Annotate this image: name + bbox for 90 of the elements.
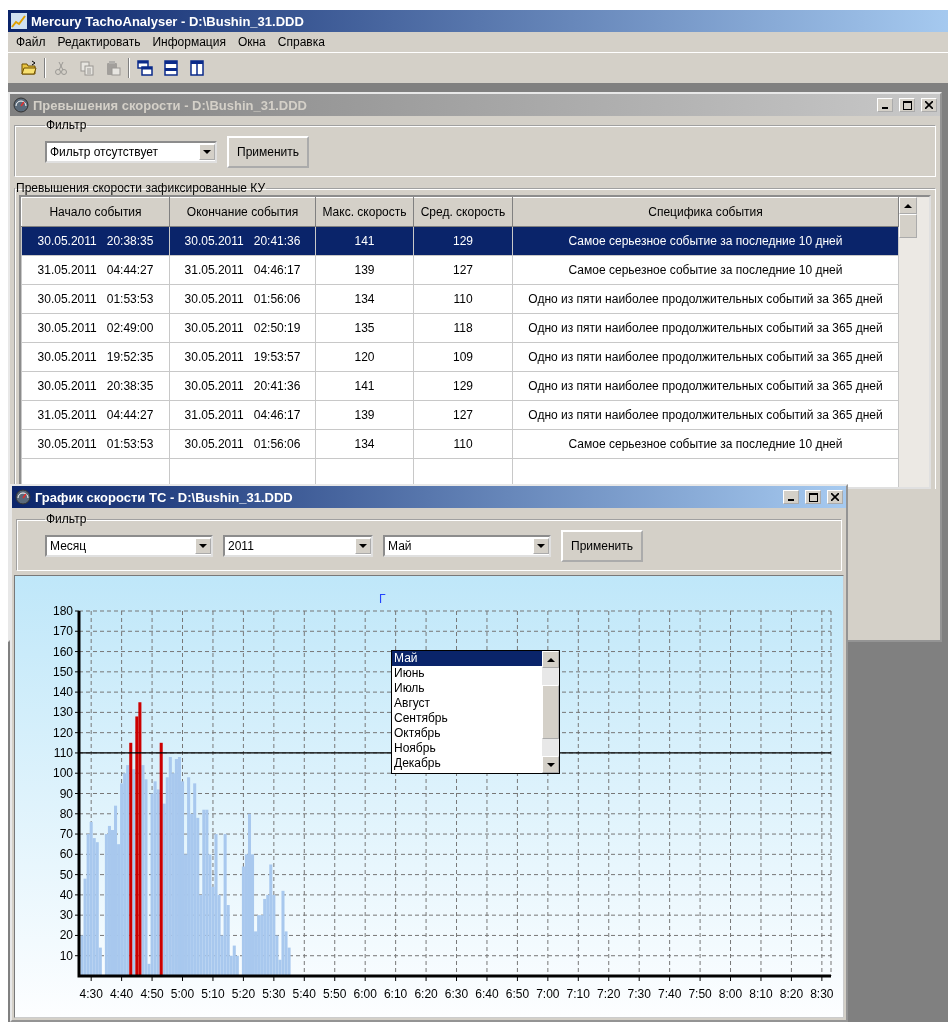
axis-tick-label: 80 bbox=[59, 806, 73, 821]
axis-tick-label: 10 bbox=[59, 948, 73, 963]
table-cell: 129 bbox=[413, 371, 513, 401]
axis-tick-label: 7:20 bbox=[597, 987, 621, 1001]
table-cell: 30.05.2011 02:50:19 bbox=[169, 313, 316, 343]
axis-tick-label: 150 bbox=[52, 664, 73, 679]
axis-tick-label: 8:00 bbox=[718, 987, 743, 1001]
axis-tick-label: 8:20 bbox=[779, 987, 804, 1001]
table-cell: 30.05.2011 01:53:53 bbox=[21, 284, 170, 314]
axis-tick-label: 130 bbox=[52, 705, 73, 720]
axis-tick-label: 6:10 bbox=[383, 987, 408, 1001]
table-cell: 135 bbox=[315, 313, 414, 343]
table-cell: Самое серьезное событие за последние 10 дней bbox=[512, 255, 899, 285]
table-cell: 129 bbox=[413, 226, 513, 256]
table-cell: 30.05.2011 20:41:36 bbox=[169, 371, 316, 401]
table-cell: 109 bbox=[413, 342, 513, 372]
table-cell: Одно из пяти наиболее продолжительных событий за 365 дней bbox=[512, 400, 899, 430]
table-cell: 141 bbox=[315, 226, 414, 256]
chart-title: Г bbox=[379, 592, 386, 606]
axis-tick-label: 5:00 bbox=[170, 987, 195, 1001]
table-cell: 31.05.2011 04:46:17 bbox=[169, 400, 316, 430]
table-cell: 30.05.2011 02:49:00 bbox=[21, 313, 170, 343]
table-cell: 30.05.2011 01:56:06 bbox=[169, 429, 316, 459]
window-title: Превышения скорости - D:\Bushin_31.DDD bbox=[33, 97, 308, 113]
table-cell: 30.05.2011 19:52:35 bbox=[21, 342, 170, 372]
axis-tick-label: 160 bbox=[52, 644, 73, 659]
table-cell: 127 bbox=[413, 255, 513, 285]
axis-tick-label: 60 bbox=[59, 847, 73, 862]
table-cell: 30.05.2011 01:53:53 bbox=[21, 429, 170, 459]
table-cell: Одно из пяти наиболее продолжительных событий за 365 дней bbox=[512, 371, 899, 401]
axis-tick-label: 110 bbox=[53, 745, 73, 760]
axis-tick-label: 5:30 bbox=[262, 987, 286, 1001]
table-cell: 30.05.2011 20:38:35 bbox=[21, 226, 170, 256]
axis-tick-label: 40 bbox=[59, 887, 73, 902]
group-label: Фильтр bbox=[45, 512, 88, 526]
axis-tick-label: 120 bbox=[52, 725, 73, 740]
table-cell: 110 bbox=[413, 429, 513, 459]
table-cell: 139 bbox=[315, 400, 414, 430]
table-cell: Самое серьезное событие за последние 10 дней bbox=[512, 429, 899, 459]
table-cell: 30.05.2011 01:56:06 bbox=[169, 284, 316, 314]
axis-tick-label: 5:40 bbox=[292, 987, 316, 1001]
table-cell: 134 bbox=[315, 429, 414, 459]
axis-tick-label: 7:10 bbox=[566, 987, 590, 1001]
axis-tick-label: 100 bbox=[52, 766, 73, 781]
axis-tick-label: 6:50 bbox=[505, 987, 530, 1001]
axis-tick-label: 170 bbox=[52, 624, 73, 639]
table-cell: 127 bbox=[413, 400, 513, 430]
axis-tick-label: 5:50 bbox=[323, 987, 347, 1001]
axis-tick-label: 6:00 bbox=[353, 987, 377, 1001]
axis-tick-label: 30 bbox=[59, 908, 73, 923]
table-cell: 30.05.2011 20:38:35 bbox=[21, 371, 170, 401]
axis-tick-label: 8:10 bbox=[749, 987, 773, 1001]
axis-tick-label: 90 bbox=[59, 786, 73, 801]
axis-tick-label: 180 bbox=[52, 604, 73, 618]
table-cell: Одно из пяти наиболее продолжительных событий за 365 дней bbox=[512, 284, 899, 314]
axis-tick-label: 7:00 bbox=[536, 987, 560, 1001]
table-cell: Одно из пяти наиболее продолжительных событий за 365 дней bbox=[512, 313, 899, 343]
axis-tick-label: 20 bbox=[59, 928, 73, 943]
axis-tick-label: 6:40 bbox=[475, 987, 499, 1001]
axis-tick-label: 7:30 bbox=[627, 987, 651, 1001]
axis-tick-label: 4:50 bbox=[140, 987, 164, 1001]
axis-tick-label: 70 bbox=[59, 827, 73, 842]
table-cell: 30.05.2011 19:53:57 bbox=[169, 342, 316, 372]
axis-tick-label: 5:10 bbox=[201, 987, 225, 1001]
table-cell: 110 bbox=[413, 284, 513, 314]
axis-tick-label: 5:20 bbox=[231, 987, 256, 1001]
axis-tick-label: 140 bbox=[52, 685, 73, 700]
axis-tick-label: 8:30 bbox=[810, 987, 834, 1001]
group-label: Превышения скорости зафиксированные КУ bbox=[15, 181, 267, 195]
axis-tick-label: 6:20 bbox=[414, 987, 438, 1001]
window-title: График скорости ТС - D:\Bushin_31.DDD bbox=[35, 489, 294, 505]
table-cell: Одно из пяти наиболее продолжительных событий за 365 дней bbox=[512, 342, 899, 372]
table-cell: 30.05.2011 20:41:36 bbox=[169, 226, 316, 256]
table-cell: 141 bbox=[315, 371, 414, 401]
table-cell: 31.05.2011 04:44:27 bbox=[21, 400, 170, 430]
table-cell: Самое серьезное событие за последние 10 дней bbox=[512, 226, 899, 256]
axis-tick-label: 4:40 bbox=[109, 987, 134, 1001]
axis-tick-label: 7:50 bbox=[688, 987, 712, 1001]
table-cell: 31.05.2011 04:46:17 bbox=[169, 255, 316, 285]
table-cell: 118 bbox=[413, 313, 513, 343]
axis-tick-label: 6:30 bbox=[444, 987, 469, 1001]
table-cell: 31.05.2011 04:44:27 bbox=[21, 255, 170, 285]
axis-tick-label: 7:40 bbox=[657, 987, 682, 1001]
axis-tick-label: 50 bbox=[59, 867, 73, 882]
table-cell: 134 bbox=[315, 284, 414, 314]
axis-tick-label: 4:30 bbox=[79, 987, 103, 1001]
group-label: Фильтр bbox=[45, 118, 88, 132]
table-cell: 120 bbox=[315, 342, 414, 372]
table-cell: 139 bbox=[315, 255, 414, 285]
app-title: Mercury TachoAnalyser - D:\Bushin_31.DDD bbox=[31, 13, 304, 29]
